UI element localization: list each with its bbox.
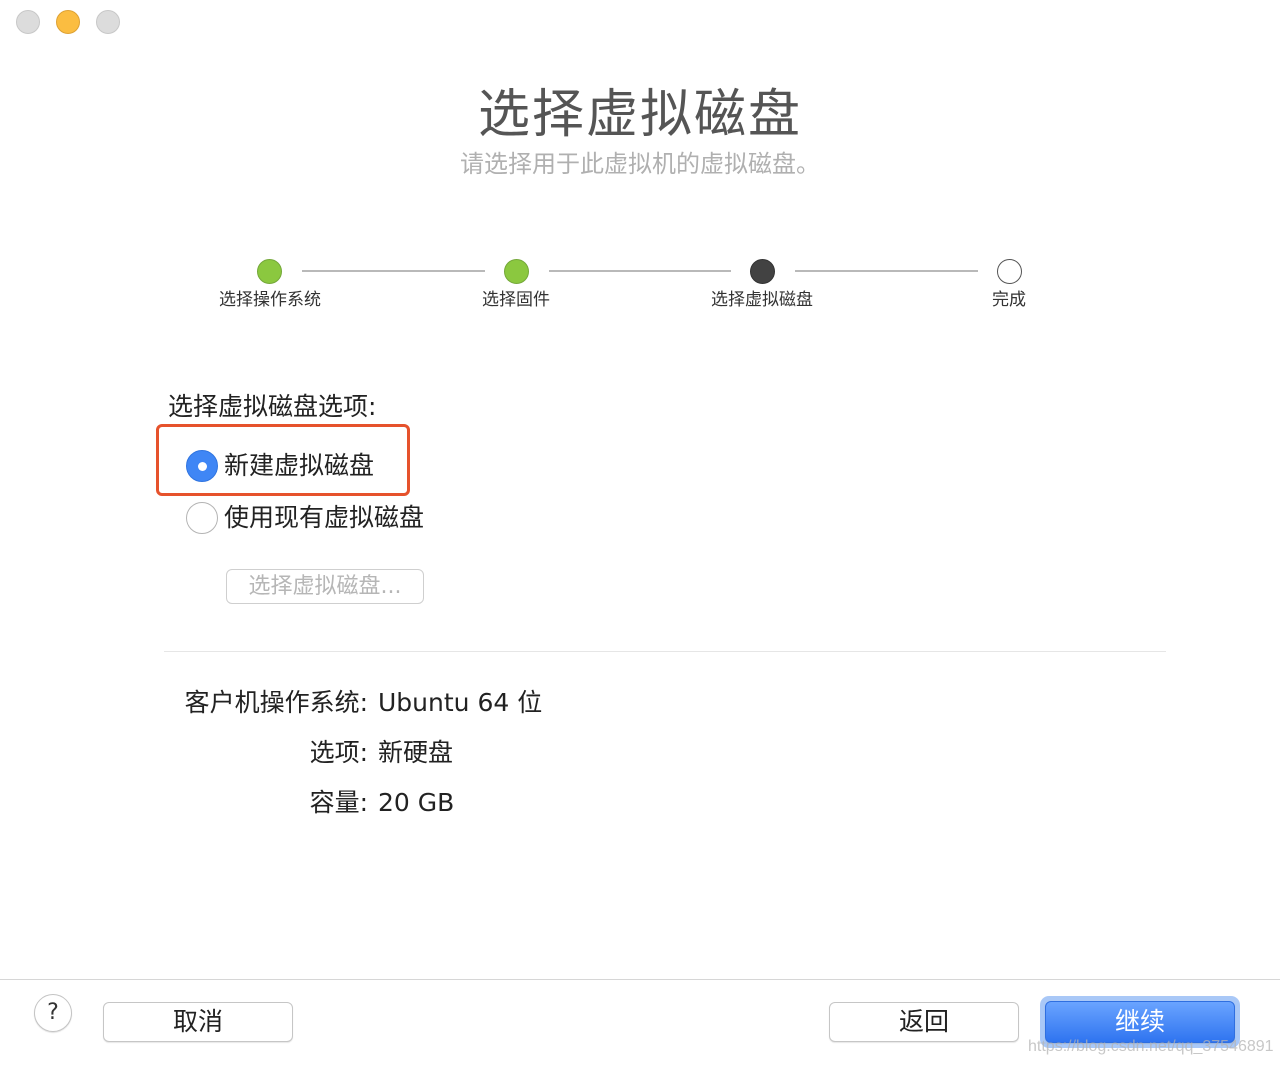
divider: [164, 651, 1166, 652]
radio-selected-icon[interactable]: [186, 450, 218, 482]
step-done-icon: [504, 259, 529, 284]
summary-capacity-label: 容量:: [309, 788, 368, 817]
summary-row-option: 选项: 新硬盘: [0, 735, 1280, 771]
watermark: https://blog.csdn.net/qq_37546891: [1028, 1038, 1274, 1055]
step-current-icon: [750, 259, 775, 284]
cancel-button[interactable]: 取消: [103, 1002, 293, 1042]
summary-row-os: 客户机操作系统: Ubuntu 64 位: [0, 685, 1280, 721]
step-label-firmware: 选择固件: [482, 290, 550, 310]
help-button[interactable]: ?: [34, 994, 72, 1032]
page-title: 选择虚拟磁盘: [477, 85, 802, 145]
summary-row-capacity: 容量: 20 GB: [0, 785, 1280, 821]
radio-existing-disk-label: 使用现有虚拟磁盘: [224, 503, 425, 532]
step-label-disk: 选择虚拟磁盘: [711, 290, 813, 310]
summary-os-label: 客户机操作系统:: [184, 688, 368, 717]
summary-option-label: 选项:: [309, 738, 368, 767]
radio-new-disk-label: 新建虚拟磁盘: [224, 451, 375, 480]
step-connector: [549, 270, 731, 272]
window-zoom-button[interactable]: [96, 10, 120, 34]
radio-unselected-icon[interactable]: [186, 502, 218, 534]
summary-option-value: 新硬盘: [378, 738, 454, 767]
summary-capacity-value: 20 GB: [378, 788, 455, 817]
step-done-icon: [257, 259, 282, 284]
radio-existing-disk[interactable]: 使用现有虚拟磁盘: [186, 501, 424, 535]
radio-new-disk[interactable]: 新建虚拟磁盘: [186, 449, 374, 483]
step-todo-icon: [997, 259, 1022, 284]
window-close-button[interactable]: [16, 10, 40, 34]
step-connector: [302, 270, 485, 272]
page-subtitle: 请选择用于此虚拟机的虚拟磁盘。: [460, 150, 820, 178]
choose-disk-button[interactable]: 选择虚拟磁盘...: [226, 569, 424, 604]
window-minimize-button[interactable]: [56, 10, 80, 34]
step-connector: [795, 270, 978, 272]
step-label-os: 选择操作系统: [219, 290, 321, 310]
back-button[interactable]: 返回: [829, 1002, 1019, 1042]
disk-options-label: 选择虚拟磁盘选项:: [168, 392, 377, 421]
summary-os-value: Ubuntu 64 位: [378, 688, 543, 717]
step-label-finish: 完成: [992, 290, 1026, 310]
footer-separator: [0, 979, 1280, 980]
